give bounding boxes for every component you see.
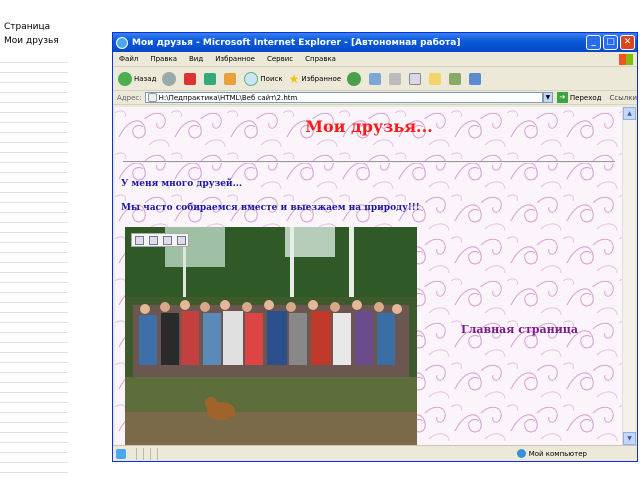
outline-item-my-friends[interactable]: Мои друзья: [4, 36, 59, 46]
address-dropdown-button[interactable]: ▼: [542, 92, 553, 103]
home-icon: [224, 72, 237, 85]
menu-help[interactable]: Справка: [305, 55, 336, 63]
menu-favorites[interactable]: Избранное: [215, 55, 255, 63]
image-toolbar: [131, 233, 189, 247]
scroll-up-button[interactable]: ▲: [623, 107, 636, 120]
image-save-icon[interactable]: [134, 235, 144, 245]
page-viewport: Мои друзья... У меня много друзей... Мы …: [115, 107, 623, 445]
browser-window: Мои друзья - Microsoft Internet Explorer…: [112, 32, 638, 462]
image-print-icon[interactable]: [148, 235, 158, 245]
refresh-icon: [204, 72, 217, 85]
mail-button[interactable]: [369, 72, 383, 85]
research-button[interactable]: [449, 72, 463, 85]
stage: Страница Мои друзья Мои друзья - Microso…: [0, 0, 640, 480]
forward-arrow-icon: [162, 71, 177, 86]
back-arrow-icon: [118, 71, 132, 86]
image-mail-icon[interactable]: [162, 235, 172, 245]
print-button[interactable]: [389, 72, 403, 85]
forward-button[interactable]: [162, 71, 178, 86]
print-icon: [389, 72, 402, 85]
status-bar: Мой компьютер: [113, 445, 637, 461]
home-page-link[interactable]: Главная страница: [461, 323, 578, 336]
close-button[interactable]: ✕: [620, 35, 635, 50]
page-icon: [147, 93, 157, 102]
search-button[interactable]: Поиск: [244, 71, 283, 86]
go-label: Переход: [569, 93, 602, 102]
menu-bar: Файл Правка Вид Избранное Сервис Справка: [113, 52, 637, 67]
edit-icon: [409, 72, 422, 85]
history-button[interactable]: [347, 71, 363, 86]
go-button[interactable]: ➔ Переход: [556, 92, 602, 103]
address-input[interactable]: H:\Педпрактика\HTML\Веб сайт\2.htm: [144, 92, 543, 103]
vertical-scrollbar[interactable]: ▲ ▼: [622, 107, 636, 445]
folder-icon: [429, 72, 442, 85]
scroll-down-button[interactable]: ▼: [623, 432, 636, 445]
messenger-button[interactable]: [469, 72, 483, 85]
intro-line-2: Мы часто собираемся вместе и выезжаем на…: [121, 203, 420, 213]
page-content: Мои друзья... У меня много друзей... Мы …: [115, 107, 623, 445]
stop-button[interactable]: [184, 72, 198, 85]
menu-file[interactable]: Файл: [119, 55, 138, 63]
folder-button[interactable]: [429, 72, 443, 85]
favorites-label: Избранное: [301, 74, 342, 83]
stop-icon: [184, 72, 197, 85]
page-status-icon: [116, 448, 126, 459]
computer-zone-icon: [516, 449, 526, 458]
group-photo[interactable]: [125, 227, 417, 445]
back-label: Назад: [134, 74, 157, 83]
address-value: H:\Педпрактика\HTML\Веб сайт\2.htm: [158, 93, 298, 102]
title-bar[interactable]: Мои друзья - Microsoft Internet Explorer…: [113, 33, 637, 52]
standard-toolbar: Назад Поиск ★ Избранное: [113, 67, 637, 91]
search-icon: [244, 71, 259, 86]
outline-item-page[interactable]: Страница: [4, 22, 50, 32]
address-label: Адрес:: [117, 93, 142, 102]
back-button[interactable]: Назад: [118, 71, 157, 86]
internet-explorer-icon: [116, 36, 128, 49]
star-icon: ★: [288, 71, 300, 86]
slide-outline-panel: Страница Мои друзья: [0, 0, 68, 480]
messenger-icon: [469, 72, 482, 85]
edit-button[interactable]: [409, 72, 423, 85]
security-zone: Мой компьютер: [516, 449, 587, 458]
mail-icon: [369, 72, 382, 85]
refresh-button[interactable]: [204, 72, 218, 85]
maximize-button[interactable]: □: [603, 35, 618, 50]
page-heading: Мои друзья...: [305, 117, 433, 136]
go-arrow-icon: ➔: [556, 92, 568, 103]
horizontal-rule: [123, 161, 615, 163]
search-label: Поиск: [260, 74, 283, 83]
home-button[interactable]: [224, 72, 238, 85]
minimize-button[interactable]: _: [586, 35, 601, 50]
windows-logo-icon: [619, 53, 633, 65]
menu-view[interactable]: Вид: [189, 55, 203, 63]
favorites-button[interactable]: ★ Избранное: [289, 72, 342, 86]
menu-edit[interactable]: Правка: [150, 55, 177, 63]
zone-label: Мой компьютер: [528, 449, 587, 458]
window-title: Мои друзья - Microsoft Internet Explorer…: [132, 37, 461, 48]
links-button[interactable]: Ссылки: [609, 94, 637, 102]
research-icon: [449, 72, 462, 85]
intro-line-1: У меня много друзей...: [121, 179, 243, 189]
image-folder-icon[interactable]: [176, 235, 186, 245]
menu-tools[interactable]: Сервис: [267, 55, 293, 63]
address-bar: Адрес: H:\Педпрактика\HTML\Веб сайт\2.ht…: [113, 91, 637, 105]
history-icon: [347, 71, 362, 86]
